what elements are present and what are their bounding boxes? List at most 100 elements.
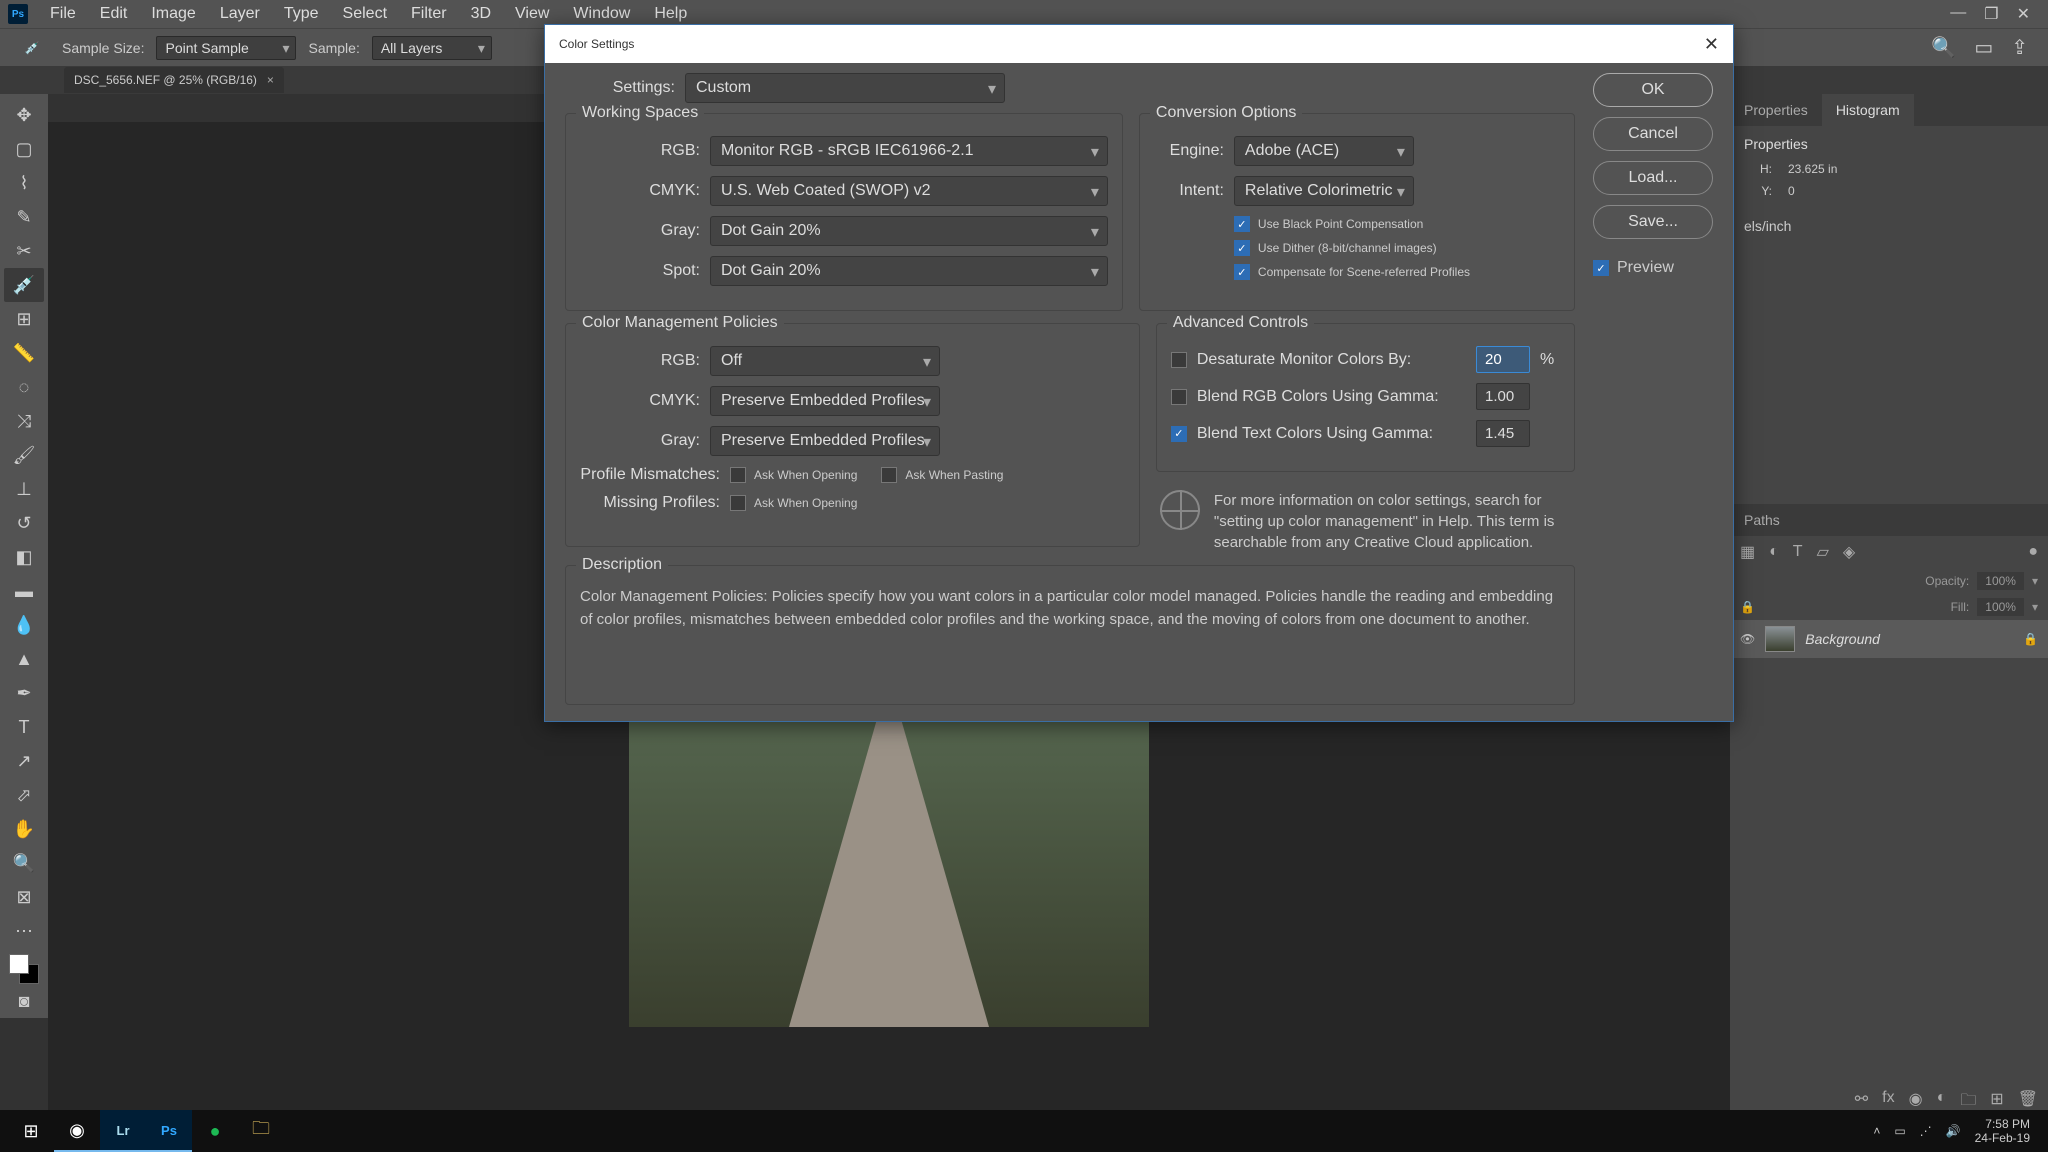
- tab-paths[interactable]: Paths: [1730, 504, 1794, 536]
- layer-row-background[interactable]: 👁 Background 🔒: [1730, 620, 2048, 658]
- zoom-tool[interactable]: 🔍: [4, 846, 44, 880]
- sample-size-dropdown[interactable]: Point Sample: [156, 36, 296, 60]
- ask-open2-checkbox[interactable]: Ask When Opening: [730, 495, 857, 511]
- filter-type-icon[interactable]: T: [1793, 543, 1803, 561]
- lock-icon[interactable]: 🔒: [2023, 632, 2038, 646]
- dodge-tool[interactable]: ▲: [4, 642, 44, 676]
- explorer-icon[interactable]: 🗀: [238, 1110, 284, 1152]
- share-icon[interactable]: ⇪: [2011, 35, 2028, 60]
- type-tool[interactable]: T: [4, 710, 44, 744]
- menu-file[interactable]: File: [38, 1, 88, 27]
- foreground-background-colors[interactable]: [9, 954, 39, 984]
- more-tools[interactable]: ⋯: [4, 914, 44, 948]
- intent-dropdown[interactable]: Relative Colorimetric: [1234, 176, 1414, 206]
- ws-gray-dropdown[interactable]: Dot Gain 20%: [710, 216, 1108, 246]
- hand-tool[interactable]: ✋: [4, 812, 44, 846]
- dither-checkbox[interactable]: Use Dither (8-bit/channel images): [1234, 240, 1560, 256]
- marquee-tool[interactable]: ▢: [4, 132, 44, 166]
- menu-image[interactable]: Image: [139, 1, 207, 27]
- stamp-tool[interactable]: ⊥: [4, 472, 44, 506]
- preview-checkbox[interactable]: ✓: [1593, 260, 1609, 276]
- path-tool[interactable]: ↗: [4, 744, 44, 778]
- ask-open-checkbox[interactable]: Ask When Opening: [730, 467, 857, 483]
- ask-paste-checkbox[interactable]: Ask When Pasting: [881, 467, 1003, 483]
- pol-cmyk-dropdown[interactable]: Preserve Embedded Profiles: [710, 386, 940, 416]
- artboard-tool[interactable]: ⊠: [4, 880, 44, 914]
- document-tab[interactable]: DSC_5656.NEF @ 25% (RGB/16) ×: [64, 67, 284, 93]
- save-button[interactable]: Save...: [1593, 205, 1713, 239]
- frame-tool[interactable]: ⊞: [4, 302, 44, 336]
- dialog-titlebar[interactable]: Color Settings ✕: [545, 25, 1733, 63]
- minimize-icon[interactable]: —: [1950, 4, 1966, 24]
- blend-rgb-checkbox[interactable]: [1171, 389, 1187, 405]
- lasso-tool[interactable]: ⌇: [4, 166, 44, 200]
- close-tab-icon[interactable]: ×: [267, 73, 274, 87]
- sample-dropdown[interactable]: All Layers: [372, 36, 492, 60]
- visibility-eye-icon[interactable]: 👁: [1740, 632, 1755, 646]
- menu-select[interactable]: Select: [331, 1, 399, 27]
- eraser-tool[interactable]: ◧: [4, 540, 44, 574]
- layer-name[interactable]: Background: [1805, 631, 1880, 647]
- selection-tool[interactable]: ◌: [4, 370, 44, 404]
- filter-toggle-icon[interactable]: ●: [2028, 543, 2038, 561]
- tray-wifi-icon[interactable]: ⋰: [1920, 1124, 1932, 1138]
- ws-cmyk-dropdown[interactable]: U.S. Web Coated (SWOP) v2: [710, 176, 1108, 206]
- blur-tool[interactable]: 💧: [4, 608, 44, 642]
- tray-chevron-icon[interactable]: ˄: [1873, 1124, 1880, 1138]
- eyedropper-tool[interactable]: 💉: [4, 268, 44, 302]
- menu-filter[interactable]: Filter: [399, 1, 459, 27]
- filter-smart-icon[interactable]: ◈: [1843, 542, 1855, 562]
- tab-histogram[interactable]: Histogram: [1822, 94, 1914, 126]
- tray-battery-icon[interactable]: ▭: [1894, 1124, 1905, 1138]
- ws-spot-dropdown[interactable]: Dot Gain 20%: [710, 256, 1108, 286]
- pen-tool[interactable]: ✒: [4, 676, 44, 710]
- quick-select-tool[interactable]: ✎: [4, 200, 44, 234]
- direct-select-tool[interactable]: ⬀: [4, 778, 44, 812]
- scene-checkbox[interactable]: Compensate for Scene-referred Profiles: [1234, 264, 1560, 280]
- start-button[interactable]: ⊞: [8, 1110, 54, 1152]
- pol-gray-dropdown[interactable]: Preserve Embedded Profiles: [710, 426, 940, 456]
- history-brush-tool[interactable]: ↺: [4, 506, 44, 540]
- shuffle-tool[interactable]: ⤨: [4, 404, 44, 438]
- filter-pixel-icon[interactable]: ▦: [1740, 542, 1755, 562]
- crop-tool[interactable]: ✂: [4, 234, 44, 268]
- menu-3d[interactable]: 3D: [459, 1, 503, 27]
- workspace-icon[interactable]: ▭: [1974, 35, 1993, 60]
- filter-shape-icon[interactable]: ▱: [1817, 542, 1829, 562]
- close-icon[interactable]: ✕: [2017, 4, 2030, 24]
- opacity-value[interactable]: 100%: [1977, 572, 2024, 590]
- blend-rgb-input[interactable]: 1.00: [1476, 383, 1530, 410]
- blend-text-input[interactable]: 1.45: [1476, 420, 1530, 447]
- load-button[interactable]: Load...: [1593, 161, 1713, 195]
- ok-button[interactable]: OK: [1593, 73, 1713, 107]
- ruler-tool[interactable]: 📏: [4, 336, 44, 370]
- pol-rgb-dropdown[interactable]: Off: [710, 346, 940, 376]
- tray-volume-icon[interactable]: 🔊: [1946, 1124, 1961, 1138]
- black-point-checkbox[interactable]: Use Black Point Compensation: [1234, 216, 1560, 232]
- system-clock[interactable]: 7:58 PM 24-Feb-19: [1975, 1117, 2030, 1146]
- tool-indicator-eyedropper-icon[interactable]: 💉: [20, 36, 44, 60]
- menu-edit[interactable]: Edit: [88, 1, 140, 27]
- lock-bar-icon[interactable]: 🔒: [1740, 600, 1755, 614]
- settings-dropdown[interactable]: Custom: [685, 73, 1005, 103]
- desat-input[interactable]: 20: [1476, 346, 1530, 373]
- gradient-tool[interactable]: ▬: [4, 574, 44, 608]
- chrome-icon[interactable]: ◉: [54, 1110, 100, 1152]
- cancel-button[interactable]: Cancel: [1593, 117, 1713, 151]
- quick-mask-tool[interactable]: ◙: [4, 984, 44, 1018]
- layer-thumbnail[interactable]: [1765, 626, 1795, 652]
- spotify-icon[interactable]: ●: [192, 1110, 238, 1152]
- desat-checkbox[interactable]: [1171, 352, 1187, 368]
- filter-adjust-icon[interactable]: ◐: [1769, 543, 1779, 561]
- engine-dropdown[interactable]: Adobe (ACE): [1234, 136, 1414, 166]
- ws-rgb-dropdown[interactable]: Monitor RGB - sRGB IEC61966-2.1: [710, 136, 1108, 166]
- search-icon[interactable]: 🔍: [1931, 35, 1956, 60]
- blend-text-checkbox[interactable]: ✓: [1171, 426, 1187, 442]
- menu-type[interactable]: Type: [272, 1, 331, 27]
- brush-tool[interactable]: 🖌: [4, 438, 44, 472]
- tab-properties[interactable]: Properties: [1730, 94, 1822, 126]
- fill-value[interactable]: 100%: [1977, 598, 2024, 616]
- photoshop-icon[interactable]: Ps: [146, 1110, 192, 1152]
- move-tool[interactable]: ✥: [4, 98, 44, 132]
- menu-layer[interactable]: Layer: [208, 1, 272, 27]
